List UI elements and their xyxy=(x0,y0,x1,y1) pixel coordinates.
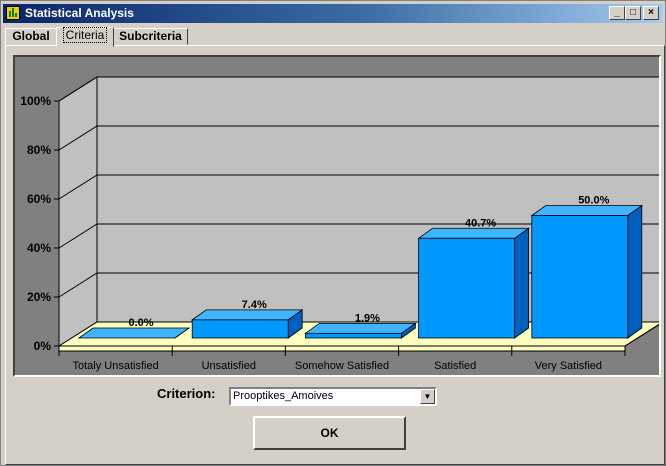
chart-floor-edge xyxy=(58,345,626,352)
y-tick-label: 100% xyxy=(20,94,51,108)
bar xyxy=(304,332,402,339)
tab-subcriteria-label: Subcriteria xyxy=(119,29,182,43)
tab-subcriteria[interactable]: Subcriteria xyxy=(113,28,188,45)
bar-chart: 0% 20% 40% 60% 80% 100% 0.0% Totaly Unsatisfied… xyxy=(20,76,665,372)
tab-criteria-label: Criteria xyxy=(62,27,108,43)
criterion-label: Criterion: xyxy=(157,386,216,401)
bar-top xyxy=(77,327,191,339)
minimize-button[interactable]: _ xyxy=(609,6,625,20)
bar-data-label: 40.7% xyxy=(465,217,496,229)
y-tick-label: 80% xyxy=(27,143,51,157)
y-tick-label: 0% xyxy=(34,339,52,353)
bar-top xyxy=(190,309,304,321)
bar-top xyxy=(417,227,530,239)
bar xyxy=(418,237,516,339)
x-category-label: Totaly Unsatisfied xyxy=(72,360,158,372)
maximize-button[interactable]: □ xyxy=(625,6,641,20)
ok-button[interactable]: OK xyxy=(253,416,406,450)
dropdown-arrow-icon[interactable]: ▼ xyxy=(420,389,435,404)
x-category-label: Satisfied xyxy=(434,360,476,372)
window-controls: _ □ × xyxy=(609,6,659,24)
bar-top xyxy=(530,205,644,216)
x-category-label: Very Satisfied xyxy=(535,360,602,372)
title-bar[interactable]: Statistical Analysis _ □ × xyxy=(3,4,663,23)
bar-top xyxy=(304,322,417,334)
bar-side xyxy=(514,227,529,339)
tab-global-label: Global xyxy=(12,29,50,43)
criterion-select[interactable]: Prooptikes_Amoives ▼ xyxy=(229,387,437,406)
tab-criteria[interactable]: Criteria xyxy=(56,27,114,47)
criterion-selected-value: Prooptikes_Amoives xyxy=(233,390,334,402)
bar xyxy=(191,319,289,339)
bar-data-label: 0.0% xyxy=(128,317,153,329)
x-category-label: Unsatisfied xyxy=(202,360,256,372)
bar xyxy=(531,215,629,339)
bar-data-label: 7.4% xyxy=(242,299,267,311)
app-icon xyxy=(6,6,20,20)
bar-data-label: 1.9% xyxy=(355,312,380,324)
y-tick-label: 40% xyxy=(27,241,51,255)
chart-side-wall xyxy=(58,76,98,347)
x-category-label: Somehow Satisfied xyxy=(295,360,389,372)
chart-container: 0% 20% 40% 60% 80% 100% 0.0% Totaly Unsatisfied… xyxy=(13,55,665,377)
bar-side xyxy=(627,204,643,339)
y-tick-label: 20% xyxy=(27,290,51,304)
close-button[interactable]: × xyxy=(643,6,659,20)
statistical-analysis-window: Statistical Analysis _ □ × Global Criteria… xyxy=(0,0,666,466)
window-title: Statistical Analysis xyxy=(25,6,134,20)
y-tick-label: 60% xyxy=(27,192,51,206)
bar-data-label: 50.0% xyxy=(578,195,609,207)
tab-global[interactable]: Global xyxy=(5,28,57,45)
